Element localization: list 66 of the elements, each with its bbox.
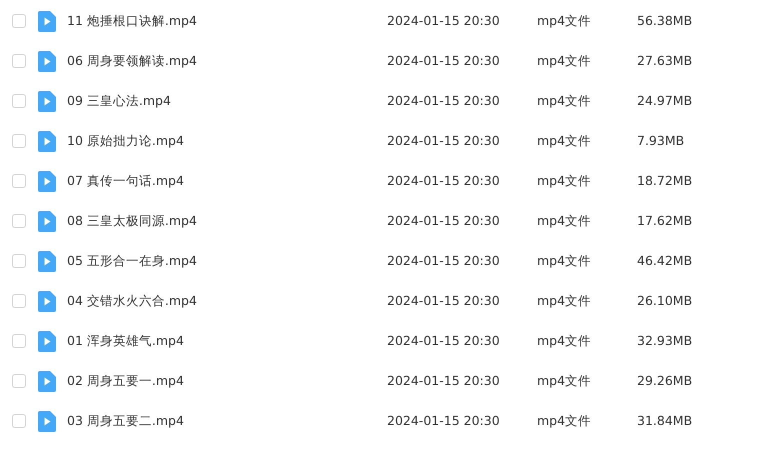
video-file-icon	[38, 90, 56, 112]
video-file-icon	[38, 370, 56, 392]
file-type: mp4文件	[537, 412, 592, 430]
checkbox[interactable]	[12, 334, 26, 348]
file-name[interactable]: 02 周身五要一.mp4	[67, 372, 387, 390]
file-size: 56.38MB	[637, 12, 692, 30]
modified-date: 2024-01-15 20:30	[387, 332, 501, 350]
modified-date: 2024-01-15 20:30	[387, 132, 501, 150]
checkbox[interactable]	[12, 14, 26, 28]
modified-date: 2024-01-15 20:30	[387, 92, 501, 110]
file-type: mp4文件	[537, 12, 592, 30]
modified-date: 2024-01-15 20:30	[387, 372, 501, 390]
file-type: mp4文件	[537, 252, 592, 270]
file-size: 26.10MB	[637, 292, 692, 310]
file-name[interactable]: 06 周身要领解读.mp4	[67, 52, 387, 70]
file-name[interactable]: 03 周身五要二.mp4	[67, 412, 387, 430]
file-name[interactable]: 10 原始拙力论.mp4	[67, 132, 387, 150]
modified-date: 2024-01-15 20:30	[387, 52, 501, 70]
file-name[interactable]: 07 真传一句话.mp4	[67, 172, 387, 190]
video-file-icon	[38, 290, 56, 312]
file-size: 17.62MB	[637, 212, 692, 230]
file-type: mp4文件	[537, 92, 592, 110]
file-name[interactable]: 01 浑身英雄气.mp4	[67, 332, 387, 350]
checkbox[interactable]	[12, 94, 26, 108]
checkbox[interactable]	[12, 174, 26, 188]
video-file-icon	[38, 410, 56, 432]
video-file-icon	[38, 130, 56, 152]
file-type: mp4文件	[537, 132, 592, 150]
file-type: mp4文件	[537, 172, 592, 190]
file-name[interactable]: 04 交错水火六合.mp4	[67, 292, 387, 310]
checkbox[interactable]	[12, 374, 26, 388]
file-size: 32.93MB	[637, 332, 692, 350]
file-type: mp4文件	[537, 52, 592, 70]
modified-date: 2024-01-15 20:30	[387, 252, 501, 270]
video-file-icon	[38, 210, 56, 232]
checkbox[interactable]	[12, 54, 26, 68]
file-size: 31.84MB	[637, 412, 692, 430]
file-type: mp4文件	[537, 332, 592, 350]
file-size: 24.97MB	[637, 92, 692, 110]
file-size: 18.72MB	[637, 172, 692, 190]
video-file-icon	[38, 330, 56, 352]
checkbox[interactable]	[12, 134, 26, 148]
file-size: 27.63MB	[637, 52, 692, 70]
file-type: mp4文件	[537, 212, 592, 230]
file-size: 29.26MB	[637, 372, 692, 390]
video-file-icon	[38, 10, 56, 32]
modified-date: 2024-01-15 20:30	[387, 212, 501, 230]
file-size: 46.42MB	[637, 252, 692, 270]
checkbox[interactable]	[12, 294, 26, 308]
file-name[interactable]: 08 三皇太极同源.mp4	[67, 212, 387, 230]
checkbox[interactable]	[12, 254, 26, 268]
video-file-icon	[38, 250, 56, 272]
video-file-icon	[38, 170, 56, 192]
modified-date: 2024-01-15 20:30	[387, 12, 501, 30]
file-name[interactable]: 09 三皇心法.mp4	[67, 92, 387, 110]
modified-date: 2024-01-15 20:30	[387, 292, 501, 310]
file-type: mp4文件	[537, 292, 592, 310]
modified-date: 2024-01-15 20:30	[387, 412, 501, 430]
file-name[interactable]: 05 五形合一在身.mp4	[67, 252, 387, 270]
file-name[interactable]: 11 炮捶根口诀解.mp4	[67, 12, 387, 30]
video-file-icon	[38, 50, 56, 72]
checkbox[interactable]	[12, 414, 26, 428]
modified-date: 2024-01-15 20:30	[387, 172, 501, 190]
file-type: mp4文件	[537, 372, 592, 390]
checkbox[interactable]	[12, 214, 26, 228]
file-size: 7.93MB	[637, 132, 684, 150]
